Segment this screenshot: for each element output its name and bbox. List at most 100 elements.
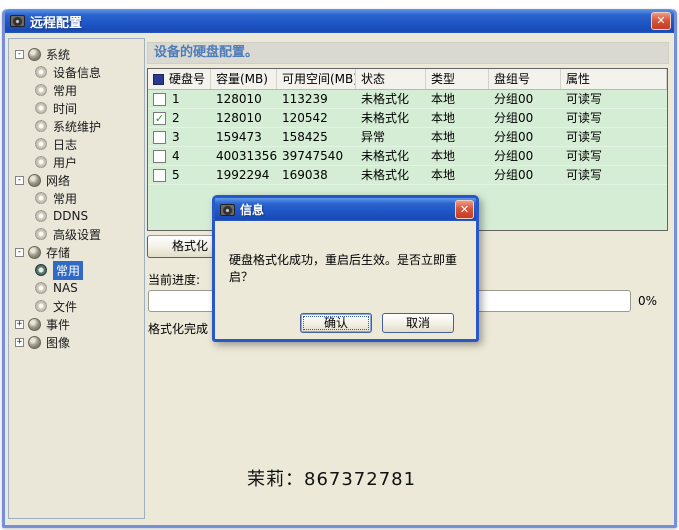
sidebar-item-label: NAS [53,281,78,295]
sidebar-item-label: 系统 [46,46,70,63]
sidebar-item-label: 文件 [53,298,77,315]
row-checkbox[interactable] [153,93,166,106]
table-cell: 未格式化 [356,147,426,165]
table-cell: 未格式化 [356,109,426,127]
disk-id-cell: 5 [148,166,211,184]
table-cell: 本地 [426,90,489,108]
disk-id-cell: 4 [148,147,211,165]
expand-icon[interactable]: + [15,320,24,329]
expand-icon[interactable]: + [15,338,24,347]
sidebar-item-系统维护[interactable]: 系统维护 [9,117,144,135]
sidebar-item-label: 图像 [46,334,70,351]
confirm-button[interactable]: 确认 [300,313,372,333]
sidebar-item-NAS[interactable]: NAS [9,279,144,297]
sidebar-item-日志[interactable]: 日志 [9,135,144,153]
sidebar-item-label: 常用 [53,261,83,280]
sidebar-item-用户[interactable]: 用户 [9,153,144,171]
sidebar-item-DDNS[interactable]: DDNS [9,207,144,225]
sidebar-item-时间[interactable]: 时间 [9,99,144,117]
sidebar-item-文件[interactable]: 文件 [9,297,144,315]
gear-icon [35,138,47,150]
table-cell: 异常 [356,128,426,146]
table-cell: 未格式化 [356,166,426,184]
row-checkbox[interactable] [153,169,166,182]
collapse-icon[interactable]: - [15,50,24,59]
watermark-text: 茉莉：867372781 [247,465,416,491]
column-header-6: 属性 [561,69,667,89]
disk-id: 4 [172,147,180,165]
table-row[interactable]: 1 128010113239未格式化本地分组00可读写 [148,90,667,109]
cancel-button[interactable]: 取消 [382,313,454,333]
table-row[interactable]: 51992294169038未格式化本地分组00可读写 [148,166,667,185]
dialog-message: 硬盘格式化成功，重启后生效。是否立即重启？ [229,251,467,285]
table-cell: 分组00 [489,90,561,108]
disk-id: 1 [172,90,180,108]
collapse-icon[interactable]: - [15,176,24,185]
row-checkbox[interactable] [153,131,166,144]
table-cell: 本地 [426,166,489,184]
column-header-4: 类型 [426,69,489,89]
window-title: 远程配置 [30,12,82,31]
remote-config-window: 远程配置 ✕ -系统设备信息常用时间系统维护日志用户-网络常用DDNS高级设置-… [2,9,677,528]
sidebar-item-系统[interactable]: - 系统 [9,45,144,63]
table-cell: 159473 [211,128,277,146]
sidebar-item-label: 用户 [53,154,77,171]
close-icon[interactable]: ✕ [651,12,671,30]
row-checkbox[interactable] [153,150,166,163]
column-header-label: 盘组号 [494,69,530,89]
sidebar-item-label: 常用 [53,190,77,207]
row-checkbox[interactable]: ✓ [153,112,166,125]
sidebar-item-label: 高级设置 [53,226,101,243]
dialog-title: 信息 [240,201,264,218]
column-header-label: 容量(MB) [216,69,268,89]
table-cell: 可读写 [561,128,667,146]
sidebar-item-图像[interactable]: + 图像 [9,333,144,351]
category-icon [28,336,41,349]
column-header-label: 属性 [566,69,590,89]
column-header-5: 盘组号 [489,69,561,89]
sidebar-item-存储[interactable]: -存储 [9,243,144,261]
table-row[interactable]: ✓2128010120542未格式化本地分组00可读写 [148,109,667,128]
disk-table-body: 1128010113239未格式化本地分组00可读写✓2128010120542… [148,90,667,185]
table-cell: 未格式化 [356,90,426,108]
table-cell: 本地 [426,109,489,127]
table-cell: 40031356 [211,147,277,165]
select-all-checkbox[interactable] [153,74,164,85]
disk-id-cell: 1 [148,90,211,108]
table-cell: 可读写 [561,166,667,184]
disk-id: 5 [172,166,180,184]
column-header-1: 容量(MB) [211,69,277,89]
gear-icon [35,120,47,132]
collapse-icon[interactable]: - [15,248,24,257]
column-header-0[interactable]: 硬盘号 [148,69,211,89]
sidebar-item-常用[interactable]: 常用 [9,81,144,99]
window-titlebar[interactable]: 远程配置 ✕ [5,9,674,33]
table-cell: 本地 [426,147,489,165]
dialog-titlebar[interactable]: 信息 ✕ [215,198,476,221]
table-cell: 1992294 [211,166,277,184]
sidebar-item-常用[interactable]: 常用 [9,189,144,207]
disk-id: 3 [172,128,180,146]
table-cell: 39747540 [277,147,356,165]
sidebar-item-网络[interactable]: -网络 [9,171,144,189]
sidebar-item-设备信息[interactable]: 设备信息 [9,63,144,81]
category-icon [28,174,41,187]
table-cell: 113239 [277,90,356,108]
table-cell: 128010 [211,90,277,108]
column-header-2: 可用空间(MB) [277,69,356,89]
category-icon [28,48,41,61]
dialog-close-icon[interactable]: ✕ [455,200,474,219]
gear-icon [35,192,47,204]
table-cell: 128010 [211,109,277,127]
category-icon [28,318,41,331]
sidebar-item-高级设置[interactable]: 高级设置 [9,225,144,243]
progress-label: 当前进度: [148,271,200,288]
sidebar-item-label: 设备信息 [53,64,101,81]
sidebar-item-事件[interactable]: + 事件 [9,315,144,333]
window-content: -系统设备信息常用时间系统维护日志用户-网络常用DDNS高级设置-存储常用NAS… [5,33,674,525]
table-cell: 可读写 [561,90,667,108]
sidebar-item-常用[interactable]: 常用 [9,261,144,279]
table-row[interactable]: 44003135639747540未格式化本地分组00可读写 [148,147,667,166]
sidebar-item-label: 事件 [46,316,70,333]
table-row[interactable]: 3159473158425异常本地分组00可读写 [148,128,667,147]
